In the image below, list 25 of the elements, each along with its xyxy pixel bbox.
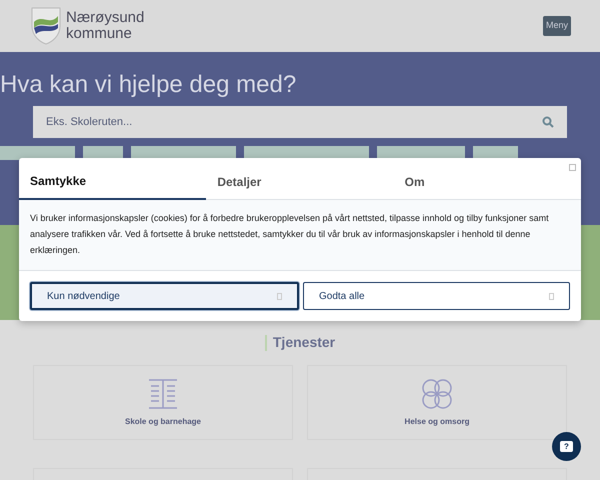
service-card[interactable]: Skole og barnehage (33, 365, 293, 440)
consent-button[interactable]: Godta alle (303, 282, 570, 310)
logo-text: Nærøysund (66, 10, 144, 26)
consent-text: Vi bruker informasjonskapsler (cookies) for å forbedre brukeropplevelsen på vårt nettsted, tilpasse innhold og tilby funksjoner samt analysere trafikken vår. Ved å fortsette å bruke nettstedet, samtykker du til vår bruk av informasjonskapsler i henhold til denne erklæringen. (30, 212, 550, 257)
book-icon (147, 378, 179, 410)
chat-button[interactable]: ? (552, 432, 581, 461)
close-icon[interactable] (569, 164, 576, 171)
search-field[interactable]: Eks. Skoleruten... (33, 106, 567, 138)
section-title: Tjenester (272, 333, 336, 352)
dialog-tab[interactable]: Om (394, 158, 581, 200)
hero-title: Hva kan vi hjelpe deg med? (0, 70, 298, 100)
interlocked-rings-icon (421, 378, 453, 410)
dialog-tab[interactable]: Detaljer (206, 158, 394, 200)
card-label: Helse og omsorg (404, 416, 470, 428)
search-icon[interactable] (542, 116, 554, 128)
card-label: Skole og barnehage (124, 416, 202, 428)
search-input[interactable]: Eks. Skoleruten... (46, 114, 542, 130)
shield-logo-icon (30, 6, 62, 46)
filter-chip[interactable] (0, 146, 75, 160)
square-icon (277, 292, 282, 300)
square-icon (549, 292, 554, 300)
menu-button[interactable]: Meny (542, 16, 571, 36)
service-card[interactable]: Helse og omsorg (307, 365, 567, 440)
consent-button[interactable]: Kun nødvendige (30, 282, 299, 310)
logo-text: kommune (66, 26, 132, 42)
